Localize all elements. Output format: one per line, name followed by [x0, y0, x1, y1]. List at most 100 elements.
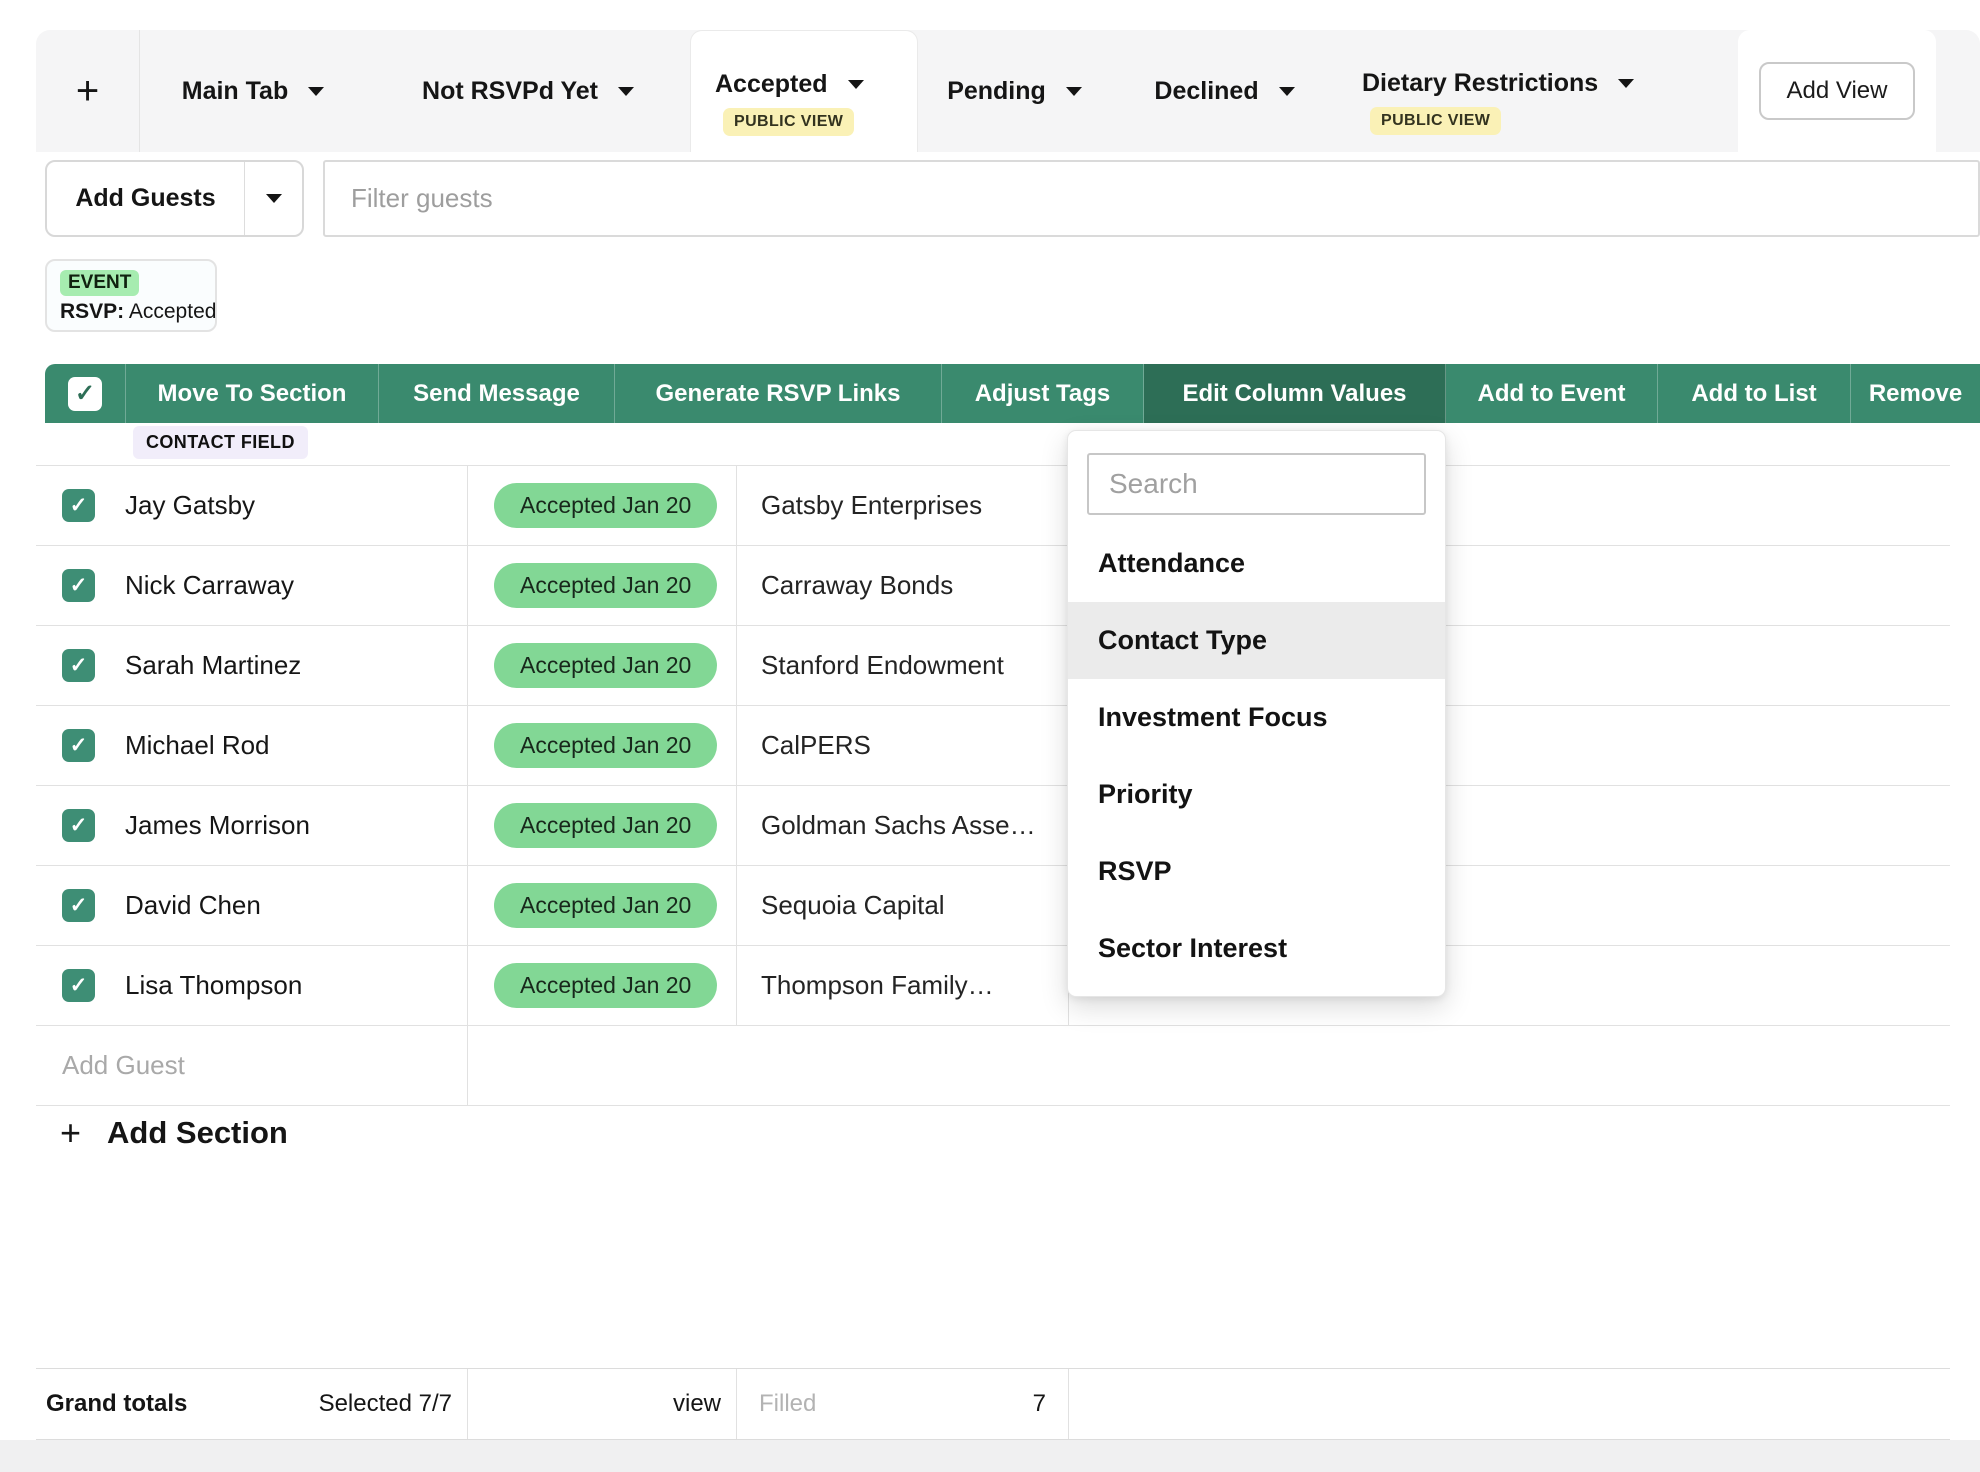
checkmark-icon: ✓ — [70, 493, 88, 518]
chevron-down-icon[interactable] — [1279, 87, 1295, 96]
chevron-down-icon[interactable] — [618, 87, 634, 96]
dropdown-item[interactable]: Priority — [1068, 756, 1445, 833]
guest-name-cell[interactable]: ✓ Michael Rod — [36, 706, 468, 785]
guest-company-cell[interactable]: Stanford Endowment — [737, 626, 1069, 705]
row-checkbox[interactable]: ✓ — [62, 729, 95, 762]
guest-name-cell[interactable]: ✓ David Chen — [36, 866, 468, 945]
rsvp-status-badge[interactable]: Accepted Jan 20 — [494, 483, 717, 528]
toolbar-button[interactable]: Generate RSVP Links — [615, 364, 942, 423]
totals-empty-cell — [1069, 1369, 1950, 1439]
guest-name-cell[interactable]: ✓ Nick Carraway — [36, 546, 468, 625]
toolbar-button[interactable]: Add to Event — [1446, 364, 1658, 423]
guest-name-cell[interactable]: ✓ James Morrison — [36, 786, 468, 865]
table-row[interactable]: ✓ Michael Rod Accepted Jan 20 CalPERS — [36, 706, 1950, 786]
toolbar-button[interactable]: Move To Section — [126, 364, 379, 423]
rsvp-filter-chip[interactable]: EVENT RSVP: Accepted — [45, 259, 217, 332]
guest-company-cell[interactable]: Carraway Bonds — [737, 546, 1069, 625]
toolbar-button[interactable]: Adjust Tags — [942, 364, 1144, 423]
add-view-button[interactable]: Add View — [1759, 62, 1916, 120]
tab-not-rsvpd-yet[interactable]: Not RSVPd Yet — [366, 30, 690, 152]
checkmark-icon: ✓ — [70, 893, 88, 918]
row-checkbox[interactable]: ✓ — [62, 889, 95, 922]
tab-label: Not RSVPd Yet — [422, 77, 598, 106]
contact-field-column-header: CONTACT FIELD — [133, 426, 308, 459]
rsvp-status-cell[interactable]: Accepted Jan 20 — [468, 946, 737, 1025]
tab-declined[interactable]: Declined — [1111, 30, 1338, 152]
table-row[interactable]: ✓ Nick Carraway Accepted Jan 20 Carraway… — [36, 546, 1950, 626]
dropdown-item[interactable]: Sector Interest — [1068, 910, 1445, 987]
chevron-down-icon[interactable] — [308, 87, 324, 96]
row-checkbox[interactable]: ✓ — [62, 969, 95, 1002]
dropdown-item[interactable]: RSVP — [1068, 833, 1445, 910]
tab-accepted[interactable]: Accepted PUBLIC VIEW — [690, 30, 918, 152]
rsvp-status-badge[interactable]: Accepted Jan 20 — [494, 963, 717, 1008]
row-checkbox[interactable]: ✓ — [62, 489, 95, 522]
column-search-input[interactable] — [1087, 453, 1426, 515]
guest-controls-row: Add Guests — [45, 160, 1980, 237]
add-guests-dropdown-toggle[interactable] — [244, 162, 302, 235]
rsvp-status-cell[interactable]: Accepted Jan 20 — [468, 626, 737, 705]
chevron-down-icon[interactable] — [1066, 87, 1082, 96]
public-view-badge: PUBLIC VIEW — [1370, 107, 1501, 135]
guest-name-cell[interactable]: ✓ Lisa Thompson — [36, 946, 468, 1025]
add-guests-label: Add Guests — [47, 162, 244, 235]
row-checkbox[interactable]: ✓ — [62, 649, 95, 682]
add-guest-placeholder: Add Guest — [62, 1050, 185, 1081]
guest-name: David Chen — [125, 890, 261, 921]
guest-company-cell[interactable]: Thompson Family… — [737, 946, 1069, 1025]
view-tab-strip: + Main Tab Not RSVPd Yet Accepted PUBLIC… — [36, 30, 1980, 152]
chevron-down-icon[interactable] — [848, 80, 864, 89]
toolbar-button[interactable]: Send Message — [379, 364, 615, 423]
dropdown-item[interactable]: Contact Type — [1068, 602, 1445, 679]
guest-company-cell[interactable]: Goldman Sachs Asse… — [737, 786, 1069, 865]
rsvp-status-badge[interactable]: Accepted Jan 20 — [494, 803, 717, 848]
filter-guests-input[interactable] — [323, 160, 1980, 237]
table-row[interactable]: ✓ Jay Gatsby Accepted Jan 20 Gatsby Ente… — [36, 466, 1950, 546]
rsvp-status-badge[interactable]: Accepted Jan 20 — [494, 723, 717, 768]
rsvp-status-cell[interactable]: Accepted Jan 20 — [468, 706, 737, 785]
chevron-down-icon[interactable] — [1618, 79, 1634, 88]
guest-name: Lisa Thompson — [125, 970, 302, 1001]
guest-company-cell[interactable]: Gatsby Enterprises — [737, 466, 1069, 545]
add-section-button[interactable]: + Add Section — [60, 1115, 288, 1151]
guest-company-cell[interactable]: CalPERS — [737, 706, 1069, 785]
table-row[interactable]: ✓ David Chen Accepted Jan 20 Sequoia Cap… — [36, 866, 1950, 946]
add-guest-cell[interactable]: Add Guest — [36, 1026, 468, 1105]
add-guests-button[interactable]: Add Guests — [45, 160, 304, 237]
select-all-checkbox[interactable]: ✓ — [68, 377, 102, 411]
guest-name-cell[interactable]: ✓ Jay Gatsby — [36, 466, 468, 545]
dropdown-item[interactable]: Investment Focus — [1068, 679, 1445, 756]
row-checkbox[interactable]: ✓ — [62, 809, 95, 842]
tab-dietary-restrictions[interactable]: Dietary Restrictions PUBLIC VIEW — [1338, 30, 1717, 152]
totals-view-cell[interactable]: view — [468, 1369, 737, 1439]
checkmark-icon: ✓ — [70, 653, 88, 678]
add-view-panel: Add View — [1738, 30, 1936, 152]
toolbar-button[interactable]: Remove — [1851, 364, 1980, 423]
table-row[interactable]: ✓ Lisa Thompson Accepted Jan 20 Thompson… — [36, 946, 1950, 1026]
rsvp-status-cell[interactable]: Accepted Jan 20 — [468, 466, 737, 545]
rsvp-status-cell[interactable]: Accepted Jan 20 — [468, 546, 737, 625]
guest-name: Sarah Martinez — [125, 650, 301, 681]
add-tab-button[interactable]: + — [36, 30, 140, 152]
guest-name-cell[interactable]: ✓ Sarah Martinez — [36, 626, 468, 705]
toolbar-button[interactable]: Add to List — [1658, 364, 1851, 423]
chevron-down-icon — [266, 194, 282, 203]
dropdown-item[interactable]: Attendance — [1068, 525, 1445, 602]
rsvp-status-badge[interactable]: Accepted Jan 20 — [494, 643, 717, 688]
rsvp-status-cell[interactable]: Accepted Jan 20 — [468, 786, 737, 865]
rsvp-status-badge[interactable]: Accepted Jan 20 — [494, 563, 717, 608]
toolbar-button[interactable]: Edit Column Values — [1144, 364, 1446, 423]
guest-name: Jay Gatsby — [125, 490, 255, 521]
tab-main-tab[interactable]: Main Tab — [140, 30, 366, 152]
table-row[interactable]: ✓ James Morrison Accepted Jan 20 Goldman… — [36, 786, 1950, 866]
add-guest-row[interactable]: Add Guest — [36, 1026, 1950, 1106]
row-checkbox[interactable]: ✓ — [62, 569, 95, 602]
totals-filled-cell[interactable]: Filled 7 — [737, 1369, 1069, 1439]
table-row[interactable]: ✓ Sarah Martinez Accepted Jan 20 Stanfor… — [36, 626, 1950, 706]
checkmark-icon: ✓ — [75, 379, 95, 408]
grand-totals-label: Grand totals — [46, 1390, 187, 1418]
tab-pending[interactable]: Pending — [918, 30, 1111, 152]
guest-company-cell[interactable]: Sequoia Capital — [737, 866, 1069, 945]
rsvp-status-badge[interactable]: Accepted Jan 20 — [494, 883, 717, 928]
rsvp-status-cell[interactable]: Accepted Jan 20 — [468, 866, 737, 945]
